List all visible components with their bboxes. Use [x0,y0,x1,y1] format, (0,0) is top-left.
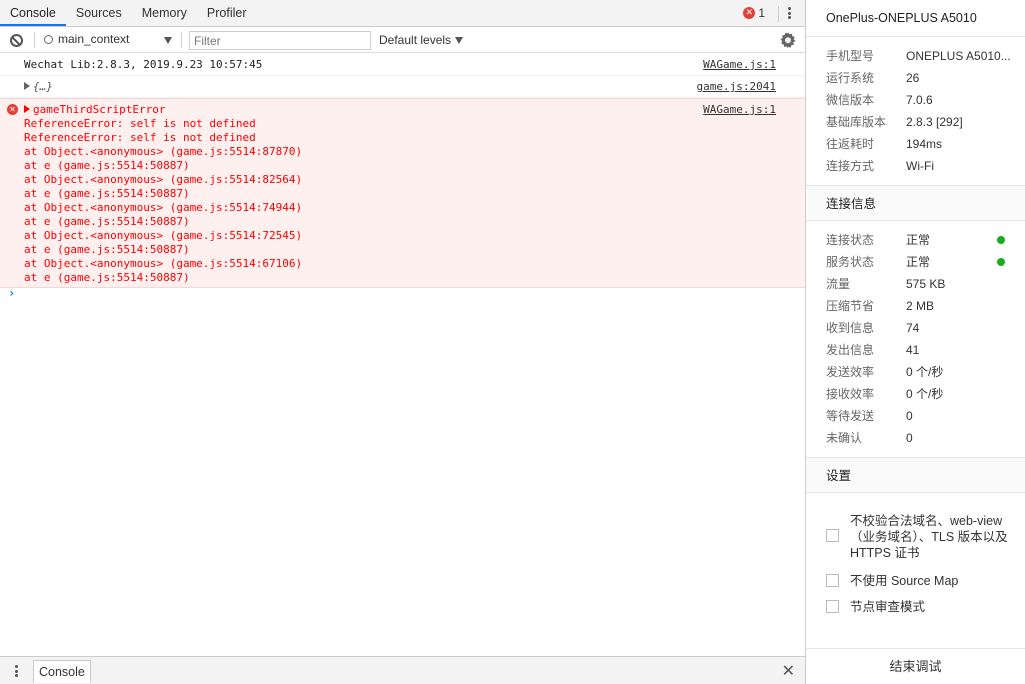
error-counter[interactable]: ✕ 1 [743,6,765,20]
end-debug-button[interactable]: 结束调试 [806,648,1025,684]
stack-line: at e (game.js:5514:50887) [24,187,190,200]
conn-row: 未确认 0 [826,431,913,445]
devtools-tabbar: Console Sources Memory Profiler ✕ 1 [0,0,805,27]
drawer-menu-icon[interactable] [12,663,20,679]
conn-row: 压缩节省 2 MB [826,299,935,313]
stack-line: at Object.<anonymous> (game.js:5514:8256… [24,173,303,186]
info-row: 微信版本 7.0.6 [826,93,933,107]
console-error-row: ✕ gameThirdScriptError WAGame.js:1 Refer… [0,98,805,288]
chevron-down-icon[interactable] [164,37,172,44]
section-title-settings: 设置 [806,457,1025,493]
stack-line: at Object.<anonymous> (game.js:5514:7254… [24,229,303,242]
stack-line: ReferenceError: self is not defined [24,131,256,144]
info-row: 基础库版本 2.8.3 [292] [826,115,963,129]
console-prompt[interactable]: › [8,286,15,300]
conn-row: 收到信息 74 [826,321,920,335]
context-selector[interactable]: main_context [44,32,174,46]
conn-row: 发送效率 0 个/秒 [826,365,944,379]
stack-line: at e (game.js:5514:50887) [24,243,190,256]
console-toolbar: main_context Default levels [0,27,805,53]
context-icon [44,34,53,44]
status-ok-icon [997,258,1005,266]
more-options-icon[interactable] [783,5,795,21]
log-text: Wechat Lib:2.8.3, 2019.9.23 10:57:45 [24,58,263,71]
device-title: OnePlus-ONEPLUS A5010 [806,0,1025,37]
filter-input[interactable] [189,31,371,50]
tab-profiler[interactable]: Profiler [197,0,257,26]
setting-no-source-map[interactable]: 不使用 Source Map [806,573,1025,599]
conn-row: 接收效率 0 个/秒 [826,387,944,401]
levels-label: Default levels [379,33,452,47]
conn-row: 发出信息 41 [826,343,920,357]
chevron-down-icon[interactable] [455,37,463,44]
info-row: 连接方式 Wi-Fi [826,159,934,173]
error-count: 1 [758,6,765,20]
error-title[interactable]: gameThirdScriptError [33,103,165,116]
status-ok-icon [997,236,1005,244]
tab-sources[interactable]: Sources [66,0,132,26]
stack-line: at Object.<anonymous> (game.js:5514:7494… [24,201,303,214]
stack-line: at e (game.js:5514:50887) [24,271,190,284]
conn-row: 等待发送 0 [826,409,913,423]
stack-line: at Object.<anonymous> (game.js:5514:8787… [24,145,303,158]
setting-skip-domain-check[interactable]: 不校验合法域名、web-view（业务域名）、TLS 版本以及 HTTPS 证书 [806,513,1025,560]
tab-console[interactable]: Console [0,0,66,26]
checkbox[interactable] [826,574,839,587]
divider [778,6,779,22]
source-link[interactable]: WAGame.js:1 [703,58,776,72]
conn-row: 流量 575 KB [826,277,946,291]
info-row: 运行系统 26 [826,71,920,85]
gear-icon[interactable] [780,32,796,48]
checkbox[interactable] [826,600,839,613]
checkbox[interactable] [826,529,839,542]
divider [34,32,35,48]
console-drawer: Console ✕ [0,656,805,684]
info-row: 往返耗时 194ms [826,137,943,151]
divider [181,32,182,48]
levels-selector[interactable]: Default levels [379,33,451,47]
info-row: 手机型号 ONEPLUS A5010... [826,49,1011,63]
stack-line: at e (game.js:5514:50887) [24,215,190,228]
setting-node-inspect[interactable]: 节点审查模式 [806,599,1025,625]
conn-row: 服务状态 正常 [806,251,1025,273]
drawer-tab-console[interactable]: Console [33,660,91,683]
section-title-connection: 连接信息 [806,185,1025,221]
error-icon: ✕ [7,104,18,115]
expand-arrow-icon[interactable] [24,82,30,90]
source-link[interactable]: game.js:2041 [697,80,776,94]
close-icon[interactable]: ✕ [782,661,795,680]
expand-arrow-icon[interactable] [24,105,30,113]
console-output: Wechat Lib:2.8.3, 2019.9.23 10:57:45 WAG… [0,54,805,656]
context-label: main_context [58,32,130,46]
conn-row: 连接状态 正常 [806,229,1025,251]
console-log-row[interactable]: {…} game.js:2041 [0,76,805,98]
tab-memory[interactable]: Memory [132,0,197,26]
stack-line: at Object.<anonymous> (game.js:5514:6710… [24,257,303,270]
console-log-row: Wechat Lib:2.8.3, 2019.9.23 10:57:45 WAG… [0,54,805,76]
log-object[interactable]: {…} [33,80,53,93]
clear-console-icon[interactable] [10,34,23,47]
source-link[interactable]: WAGame.js:1 [703,103,776,117]
error-icon: ✕ [743,7,756,19]
stack-line: at e (game.js:5514:50887) [24,159,190,172]
remote-debug-panel: OnePlus-ONEPLUS A5010 手机型号 ONEPLUS A5010.… [806,0,1025,684]
stack-line: ReferenceError: self is not defined [24,117,256,130]
devtools-panel: Console Sources Memory Profiler ✕ 1 main… [0,0,806,684]
